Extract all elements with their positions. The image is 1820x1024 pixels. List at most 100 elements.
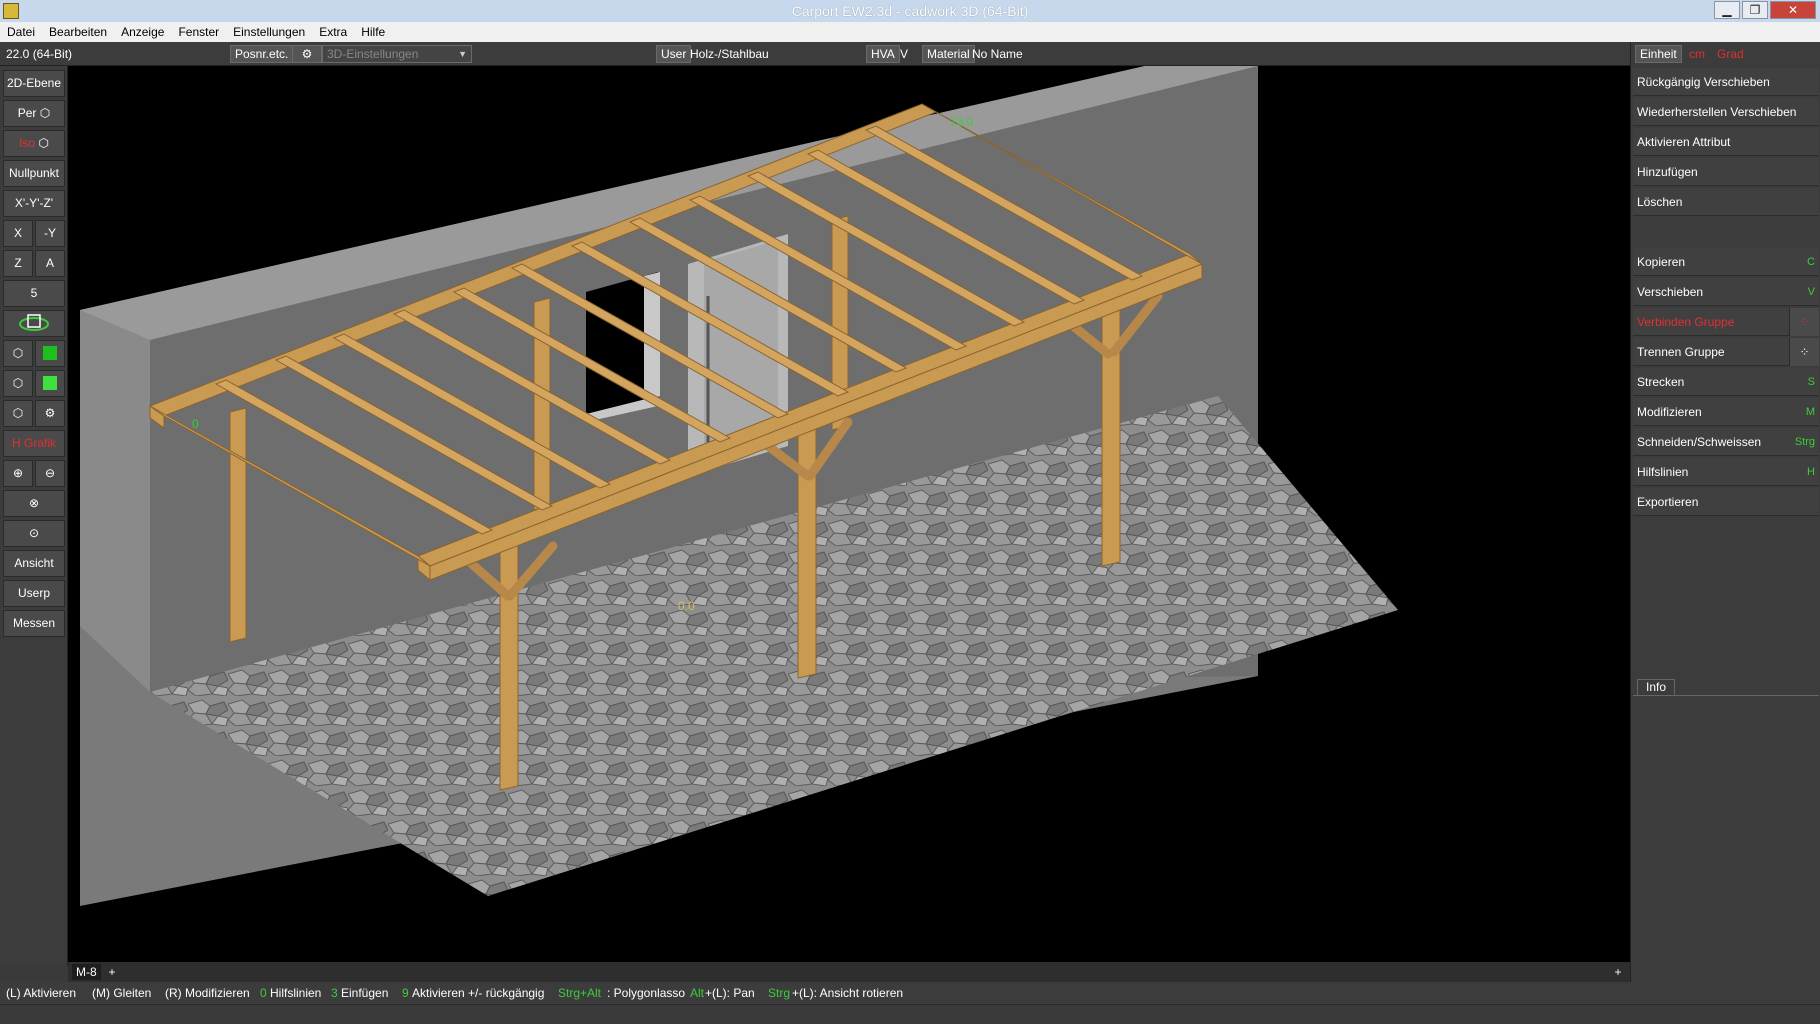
posnr-button[interactable]: Posnr.etc. xyxy=(230,45,294,63)
origin-label: 0.0 xyxy=(678,599,695,613)
stretch-button[interactable]: Strecken S xyxy=(1633,368,1819,396)
zoom-all-icon[interactable]: ⊙ xyxy=(3,520,65,547)
menu-anzeige[interactable]: Anzeige xyxy=(114,22,171,39)
join-group-button[interactable]: Verbinden Gruppe ⁘ xyxy=(1633,308,1819,336)
dimension-label-top: 73.0 xyxy=(950,115,974,129)
unit-value: cm xyxy=(1689,47,1705,61)
hidden-line-cube-icon[interactable]: ⬡ xyxy=(3,370,33,397)
carport-model: 73.0 0 0.0 xyxy=(80,66,1398,906)
status-modify: (R) Modifizieren xyxy=(165,986,250,1000)
hva-button[interactable]: HVA xyxy=(866,45,900,63)
left-toolbar: 2D-Ebene Per ⬡ Iso ⬡ Nullpunkt X'-Y'-Z' … xyxy=(0,66,68,966)
add-tab-button[interactable]: + xyxy=(104,964,120,980)
nullpunkt-button[interactable]: Nullpunkt xyxy=(3,160,65,187)
chevron-down-icon: ▼ xyxy=(458,49,467,59)
helplines-button[interactable]: Hilfslinien H xyxy=(1633,458,1819,486)
menu-einstellungen[interactable]: Einstellungen xyxy=(226,22,312,39)
ansicht-button[interactable]: Ansicht xyxy=(3,550,65,577)
copy-label: Kopieren xyxy=(1637,255,1686,269)
zoom-in-icon[interactable]: ⊕ xyxy=(3,460,33,487)
five-button[interactable]: 5 xyxy=(3,280,65,307)
cube-settings-icon[interactable]: ⬡ xyxy=(3,400,33,427)
separate-group-button[interactable]: Trennen Gruppe ⁘ xyxy=(1633,338,1819,366)
menu-datei[interactable]: Datei xyxy=(0,22,42,39)
perspective-button[interactable]: Per ⬡ xyxy=(3,100,65,127)
zoom-out-icon[interactable]: ⊖ xyxy=(35,460,65,487)
settings-dropdown-value: 3D-Einstellungen xyxy=(327,47,419,61)
cut-weld-button[interactable]: Schneiden/Schweissen Strg xyxy=(1633,428,1819,456)
add-label: Hinzufügen xyxy=(1637,165,1698,179)
menu-fenster[interactable]: Fenster xyxy=(171,22,226,39)
x-button[interactable]: X xyxy=(3,220,33,247)
redo-move-button[interactable]: Wiederherstellen Verschieben xyxy=(1633,98,1819,126)
cube-icon: ⬡ xyxy=(38,136,49,150)
move-label: Verschieben xyxy=(1637,285,1704,299)
undo-move-button[interactable]: Rückgängig Verschieben xyxy=(1633,68,1819,96)
join-group-icon: ⁘ xyxy=(1789,308,1819,336)
red-tool-button[interactable]: H Grafik xyxy=(3,430,65,457)
status-slide: (M) Gleiten xyxy=(92,986,152,1000)
right-panel: Einheit cm Grad Rückgängig Verschieben W… xyxy=(1630,42,1820,982)
join-group-label: Verbinden Gruppe xyxy=(1637,315,1735,329)
window-title: Carport EW2.3d - cadwork 3D (64-Bit) xyxy=(791,3,1029,19)
einheit-button[interactable]: Einheit xyxy=(1635,45,1682,63)
isometric-button[interactable]: Iso ⬡ xyxy=(3,130,65,157)
xyz-button[interactable]: X'-Y'-Z' xyxy=(3,190,65,217)
dimension-label-left: 0 xyxy=(192,417,199,431)
redo-move-label: Wiederherstellen Verschieben xyxy=(1637,105,1797,119)
messen-button[interactable]: Messen xyxy=(3,610,65,637)
bright-green-cube-icon[interactable] xyxy=(35,370,65,397)
stretch-label: Strecken xyxy=(1637,375,1685,389)
angle-unit-value: Grad xyxy=(1717,47,1744,61)
status-bar: (L) Aktivieren (M) Gleiten (R) Modifizie… xyxy=(0,982,1820,1004)
modify-shortcut: M xyxy=(1805,406,1815,418)
helplines-label: Hilfslinien xyxy=(1637,465,1689,479)
zoom-window-icon[interactable]: ⊗ xyxy=(3,490,65,517)
cube-icon: ⬡ xyxy=(39,106,51,120)
export-button[interactable]: Exportieren xyxy=(1633,488,1819,516)
cut-weld-label: Schneiden/Schweissen xyxy=(1637,435,1762,449)
iso-label: Iso xyxy=(19,136,36,150)
menu-extra[interactable]: Extra xyxy=(312,22,354,39)
2d-ebene-button[interactable]: 2D-Ebene xyxy=(3,70,65,97)
settings-gear-icon[interactable]: ⚙ xyxy=(292,45,322,63)
menu-bearbeiten[interactable]: Bearbeiten xyxy=(42,22,114,39)
3d-viewport[interactable]: 73.0 0 0.0 xyxy=(68,66,1630,962)
add-button[interactable]: Hinzufügen xyxy=(1633,158,1819,186)
separate-group-icon: ⁘ xyxy=(1789,338,1819,366)
status-rotate: +(L): Ansicht rotieren xyxy=(792,986,904,1000)
tab-info[interactable]: Info xyxy=(1637,679,1676,695)
gear-icon[interactable]: ⚙ xyxy=(35,400,65,427)
status-rotate-key: Strg xyxy=(768,986,791,1000)
status-pan: +(L): Pan xyxy=(705,986,755,1000)
menu-hilfe[interactable]: Hilfe xyxy=(354,22,392,39)
userp-button[interactable]: Userp xyxy=(3,580,65,607)
wireframe-cube-icon[interactable]: ⬡ xyxy=(3,340,33,367)
copy-button[interactable]: Kopieren C xyxy=(1633,248,1819,276)
cut-weld-shortcut: Strg xyxy=(1794,436,1815,448)
minimize-button[interactable]: ▁ xyxy=(1714,1,1740,19)
a-button[interactable]: A xyxy=(35,250,65,277)
modify-button[interactable]: Modifizieren M xyxy=(1633,398,1819,426)
restore-button[interactable]: ❐ xyxy=(1742,1,1768,19)
status-lasso: : Polygonlasso xyxy=(607,986,686,1000)
move-button[interactable]: Verschieben V xyxy=(1633,278,1819,306)
copy-shortcut: C xyxy=(1807,256,1815,268)
close-button[interactable]: ✕ xyxy=(1770,1,1816,19)
add-view-button[interactable]: + xyxy=(1610,964,1626,980)
user-value: Holz-/Stahlbau xyxy=(690,47,769,61)
rotate-view-icon[interactable] xyxy=(3,310,65,337)
delete-button[interactable]: Löschen xyxy=(1633,188,1819,216)
minus-y-button[interactable]: -Y xyxy=(35,220,65,247)
settings-dropdown[interactable]: 3D-Einstellungen ▼ xyxy=(322,45,472,63)
activate-attribute-button[interactable]: Aktivieren Attribut xyxy=(1633,128,1819,156)
user-button[interactable]: User xyxy=(656,45,692,63)
status-helplines: Hilfslinien xyxy=(270,986,322,1000)
tab-m8[interactable]: M-8 xyxy=(72,964,101,980)
z-button[interactable]: Z xyxy=(3,250,33,277)
separate-group-label: Trennen Gruppe xyxy=(1637,345,1725,359)
green-cube-icon[interactable] xyxy=(35,340,65,367)
status-insert: Einfügen xyxy=(341,986,389,1000)
material-button[interactable]: Material xyxy=(922,45,975,63)
wall-side xyxy=(80,310,150,692)
